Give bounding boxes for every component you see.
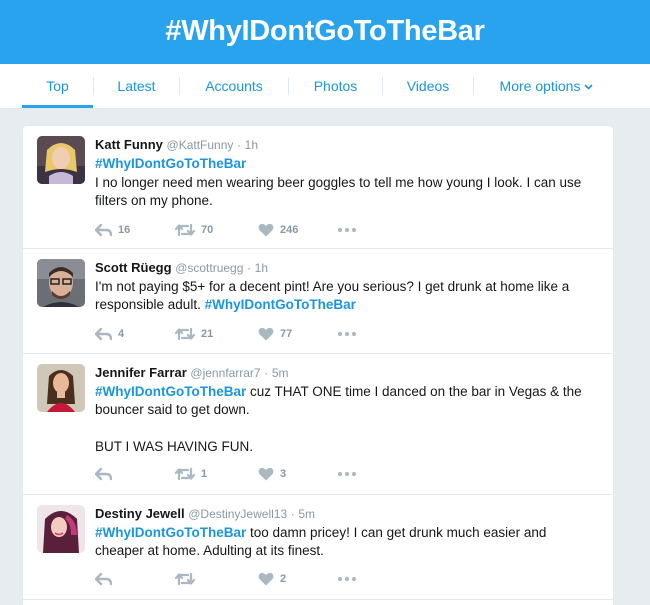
timestamp[interactable]: 1h [245,138,258,152]
avatar[interactable] [37,505,85,553]
tab-latest[interactable]: Latest [94,64,179,108]
more-actions-button[interactable] [337,571,357,587]
ellipsis-icon [338,228,356,232]
tweet[interactable]: Destiny Jewell @DestinyJewell13 · 5m #Wh… [23,495,613,600]
ellipsis-icon [338,472,356,476]
heart-icon [258,223,274,237]
ellipsis-icon [338,332,356,336]
separator-dot: · [290,507,295,521]
heart-icon [258,572,274,586]
avatar[interactable] [37,364,85,412]
heart-icon [258,327,274,341]
like-count: 246 [280,224,299,236]
tab-photos[interactable]: Photos [289,64,382,108]
tab-accounts[interactable]: Accounts [180,64,288,108]
author-handle[interactable]: @scottruegg [175,261,243,275]
hashtag-banner: #WhyIDontGoToTheBar [0,0,650,64]
separator-dot: · [247,261,252,275]
avatar[interactable] [37,259,85,307]
like-count: 77 [280,328,293,340]
hashtag-link[interactable]: #WhyIDontGoToTheBar [95,525,246,540]
heart-icon [258,467,274,481]
reply-count: 16 [118,224,131,236]
more-actions-button[interactable] [337,466,357,482]
tweet-actions: 2 [95,571,395,587]
retweet-count: 21 [201,328,214,340]
ellipsis-icon [338,577,356,581]
tweet-actions: 1 3 [95,466,395,482]
timestamp[interactable]: 1h [255,261,268,275]
separator-dot: · [237,138,242,152]
tweet-actions: 16 70 246 [95,222,395,238]
reply-button[interactable] [95,466,118,482]
tweet-timeline: Katt Funny @KattFunny · 1h #WhyIDontGoTo… [22,125,614,605]
retweet-button[interactable]: 21 [175,326,213,342]
like-count: 3 [280,468,287,480]
tweet[interactable]: Scott Rüegg @scottruegg · 1h I'm not pay… [23,249,613,354]
retweet-count: 70 [201,224,214,236]
reply-icon [95,572,112,586]
retweet-icon [175,327,195,341]
banner-title: #WhyIDontGoToTheBar [165,15,485,47]
author-name[interactable]: Scott Rüegg [95,260,172,275]
reply-icon [95,223,112,237]
tweet[interactable]: Katt Funny @KattFunny · 1h #WhyIDontGoTo… [23,126,613,249]
retweet-button[interactable]: 70 [175,222,213,238]
timestamp[interactable]: 5m [272,366,289,380]
retweet-icon [175,223,195,237]
separator-dot: · [264,366,269,380]
chevron-down-icon [584,84,594,90]
like-count: 2 [280,573,287,585]
hashtag-link[interactable]: #WhyIDontGoToTheBar [95,384,246,399]
author-name[interactable]: Destiny Jewell [95,506,185,521]
search-nav: Top Latest Accounts Photos Videos More o… [0,64,650,109]
tweet-text: I no longer need men wearing beer goggle… [95,175,582,208]
tweet-actions: 4 21 77 [95,326,395,342]
like-button[interactable]: 246 [258,222,298,238]
reply-button[interactable] [95,571,118,587]
tweet-text-line: BUT I WAS HAVING FUN. [95,439,254,454]
retweet-button[interactable]: 1 [175,466,207,482]
active-tab-indicator [22,105,93,108]
retweet-icon [175,467,195,481]
retweet-icon [175,572,195,586]
retweet-count: 1 [201,468,208,480]
hashtag-link[interactable]: #WhyIDontGoToTheBar [95,156,246,171]
hashtag-link[interactable]: #WhyIDontGoToTheBar [205,297,356,312]
like-button[interactable]: 3 [258,466,286,482]
author-handle[interactable]: @jennfarrar7 [190,366,260,380]
tab-more-options[interactable]: More options [474,64,619,108]
author-name[interactable]: Katt Funny [95,137,163,152]
timestamp[interactable]: 5m [298,507,315,521]
retweet-button[interactable] [175,571,201,587]
more-options-label: More options [499,78,581,94]
like-button[interactable]: 77 [258,326,292,342]
tab-top[interactable]: Top [22,64,93,108]
reply-count: 4 [118,328,125,340]
reply-icon [95,467,112,481]
more-actions-button[interactable] [337,222,357,238]
reply-icon [95,327,112,341]
reply-button[interactable]: 4 [95,326,124,342]
avatar[interactable] [37,136,85,184]
more-actions-button[interactable] [337,326,357,342]
author-handle[interactable]: @KattFunny [167,138,234,152]
reply-button[interactable]: 16 [95,222,130,238]
author-handle[interactable]: @DestinyJewell13 [188,507,287,521]
like-button[interactable]: 2 [258,571,286,587]
author-name[interactable]: Jennifer Farrar [95,365,187,380]
tweet[interactable]: Jennifer Farrar @jennfarrar7 · 5m #WhyID… [23,354,613,495]
tab-videos[interactable]: Videos [383,64,473,108]
